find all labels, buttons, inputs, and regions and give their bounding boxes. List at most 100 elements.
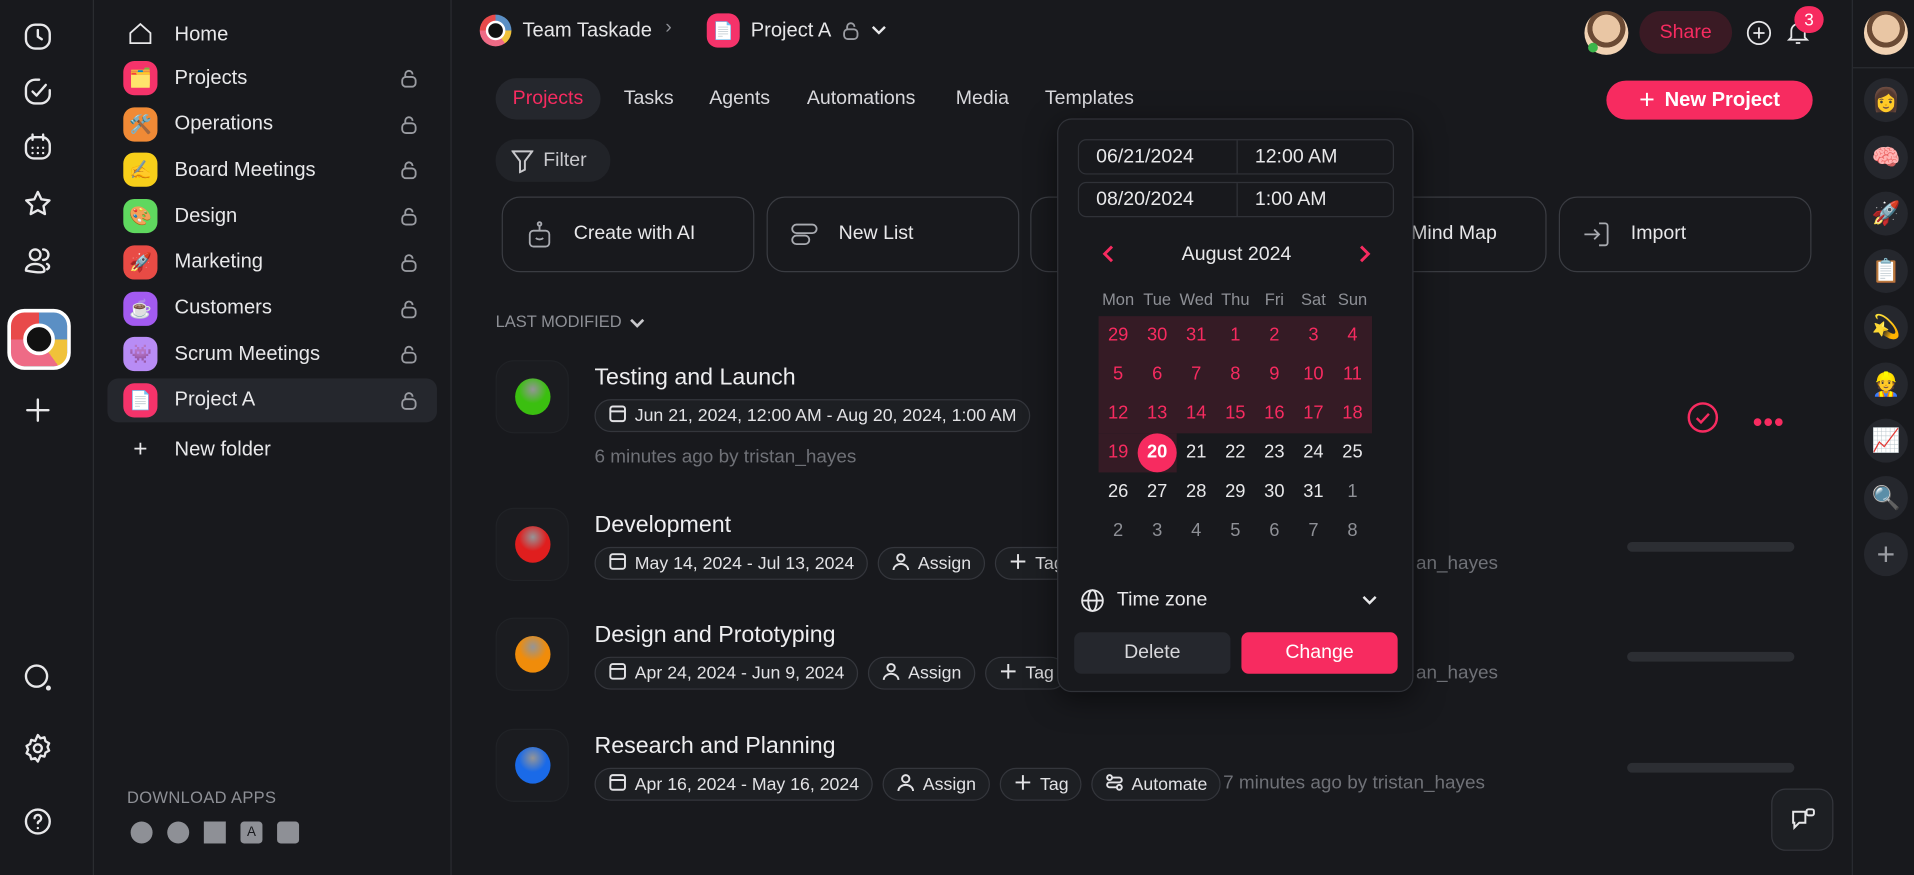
calendar-day[interactable]: 1	[1333, 472, 1372, 511]
start-time-input[interactable]: 12:00 AM	[1238, 140, 1338, 173]
calendar-day[interactable]: 8	[1216, 355, 1255, 394]
calendar-day[interactable]: 19	[1099, 433, 1138, 472]
calendar-icon[interactable]	[22, 131, 54, 163]
sidebar-item-design[interactable]: 🎨 Design	[107, 194, 437, 238]
user-avatar[interactable]	[1863, 10, 1908, 55]
tab-media[interactable]: Media	[939, 78, 1026, 120]
calendar-day[interactable]: 3	[1138, 511, 1177, 550]
start-date-input[interactable]: 06/21/2024	[1079, 140, 1238, 174]
calendar-day[interactable]: 10	[1294, 355, 1333, 394]
project-title[interactable]: Research and Planning	[594, 734, 835, 761]
calendar-day[interactable]: 15	[1216, 394, 1255, 433]
calendar-day[interactable]: 29	[1099, 316, 1138, 355]
calendar-day[interactable]: 5	[1216, 511, 1255, 550]
calendar-day[interactable]: 21	[1177, 433, 1216, 472]
calendar-day[interactable]: 31	[1294, 472, 1333, 511]
tag-button[interactable]: Tag	[985, 656, 1068, 690]
agent-avatar-button[interactable]: 💫	[1863, 305, 1908, 350]
agent-avatar-button[interactable]: 👩	[1863, 78, 1908, 123]
date-range-chip[interactable]: Jun 21, 2024, 12:00 AM - Aug 20, 2024, 1…	[594, 399, 1030, 433]
users-icon[interactable]	[22, 244, 54, 276]
apple-icon[interactable]	[130, 821, 153, 844]
sidebar-item-project-a[interactable]: 📄 Project A	[107, 378, 437, 423]
timezone-dropdown[interactable]: Time zone	[1117, 590, 1207, 612]
calendar-day-selected[interactable]: 20	[1137, 433, 1177, 473]
more-options-icon[interactable]: •••	[1753, 406, 1785, 438]
star-icon[interactable]	[22, 188, 54, 220]
calendar-day[interactable]: 4	[1333, 316, 1372, 355]
share-button[interactable]: Share	[1639, 10, 1733, 54]
calendar-day[interactable]: 13	[1138, 394, 1177, 433]
complete-check-icon[interactable]	[1687, 402, 1719, 440]
calendar-day[interactable]: 11	[1333, 355, 1372, 394]
calendar-day[interactable]: 18	[1333, 394, 1372, 433]
calendar-day[interactable]: 31	[1177, 316, 1216, 355]
calendar-day[interactable]: 28	[1177, 472, 1216, 511]
create-with-ai-card[interactable]: Create with AI	[501, 196, 755, 273]
new-project-button[interactable]: + New Project	[1606, 80, 1813, 120]
calendar-day[interactable]: 1	[1216, 316, 1255, 355]
next-month-button[interactable]	[1357, 243, 1372, 271]
calendar-day[interactable]: 12	[1099, 394, 1138, 433]
calendar-day[interactable]: 27	[1138, 472, 1177, 511]
sidebar-item-home[interactable]: Home	[107, 12, 437, 56]
calendar-day[interactable]: 14	[1177, 394, 1216, 433]
calendar-day[interactable]: 24	[1294, 433, 1333, 472]
calendar-day[interactable]: 2	[1255, 316, 1294, 355]
chevron-down-icon[interactable]	[1361, 591, 1378, 614]
calendar-day[interactable]: 30	[1255, 472, 1294, 511]
import-card[interactable]: Import	[1558, 196, 1812, 273]
agent-avatar-button[interactable]: 🚀	[1863, 191, 1908, 236]
calendar-day[interactable]: 2	[1099, 511, 1138, 550]
agent-avatar-button[interactable]: 🧠	[1863, 134, 1908, 179]
end-time-input[interactable]: 1:00 AM	[1238, 183, 1327, 216]
calendar-day[interactable]: 6	[1138, 355, 1177, 394]
calendar-day[interactable]: 6	[1255, 511, 1294, 550]
check-circle-icon[interactable]	[22, 76, 54, 108]
agent-avatar-button[interactable]: 📈	[1863, 418, 1908, 463]
project-title[interactable]: Development	[594, 513, 731, 540]
chevron-down-icon[interactable]	[869, 20, 889, 46]
calendar-day[interactable]: 5	[1099, 355, 1138, 394]
tab-automations[interactable]: Automations	[790, 78, 933, 120]
assign-button[interactable]: Assign	[877, 546, 985, 580]
android-icon[interactable]	[277, 821, 300, 844]
calendar-day[interactable]: 29	[1216, 472, 1255, 511]
search-icon[interactable]	[22, 662, 54, 694]
sidebar-item-customers[interactable]: ☕ Customers	[107, 286, 437, 330]
calendar-day[interactable]: 25	[1333, 433, 1372, 472]
delete-button[interactable]: Delete	[1074, 632, 1231, 674]
add-agent-button[interactable]: +	[1863, 532, 1908, 577]
sort-dropdown[interactable]: LAST MODIFIED	[496, 312, 646, 331]
calendar-day[interactable]: 7	[1294, 511, 1333, 550]
breadcrumb-project[interactable]: Project A	[751, 20, 832, 43]
tab-projects[interactable]: Projects	[495, 78, 601, 120]
help-icon[interactable]	[22, 806, 54, 838]
calendar-day[interactable]: 17	[1294, 394, 1333, 433]
assign-button[interactable]: Assign	[867, 656, 975, 690]
windows-icon[interactable]	[203, 821, 226, 844]
filter-button[interactable]: Filter	[495, 139, 611, 182]
new-folder-button[interactable]: + New folder	[107, 427, 437, 471]
calendar-day[interactable]: 3	[1294, 316, 1333, 355]
workspace-avatar[interactable]	[7, 308, 71, 370]
calendar-day[interactable]: 22	[1216, 433, 1255, 472]
add-workspace-icon[interactable]	[22, 394, 54, 426]
calendar-day[interactable]: 16	[1255, 394, 1294, 433]
tag-button[interactable]: Tag	[999, 767, 1082, 801]
date-range-chip[interactable]: Apr 16, 2024 - May 16, 2024	[594, 767, 873, 801]
calendar-day[interactable]: 8	[1333, 511, 1372, 550]
calendar-day[interactable]: 4	[1177, 511, 1216, 550]
project-title[interactable]: Design and Prototyping	[594, 623, 835, 650]
tab-tasks[interactable]: Tasks	[607, 78, 691, 120]
sidebar-item-scrum-meetings[interactable]: 👾 Scrum Meetings	[107, 332, 437, 376]
automate-button[interactable]: Automate	[1091, 767, 1221, 801]
chat-assistant-button[interactable]	[1771, 788, 1834, 851]
agent-avatar-button[interactable]: 👷	[1863, 361, 1908, 406]
new-list-card[interactable]: New List	[766, 196, 1020, 273]
sidebar-item-board-meetings[interactable]: ✍️ Board Meetings	[107, 148, 437, 192]
tab-templates[interactable]: Templates	[1028, 78, 1151, 120]
date-range-chip[interactable]: May 14, 2024 - Jul 13, 2024	[594, 546, 868, 580]
sidebar-item-projects[interactable]: 🗂️ Projects	[107, 56, 437, 100]
calendar-day[interactable]: 23	[1255, 433, 1294, 472]
